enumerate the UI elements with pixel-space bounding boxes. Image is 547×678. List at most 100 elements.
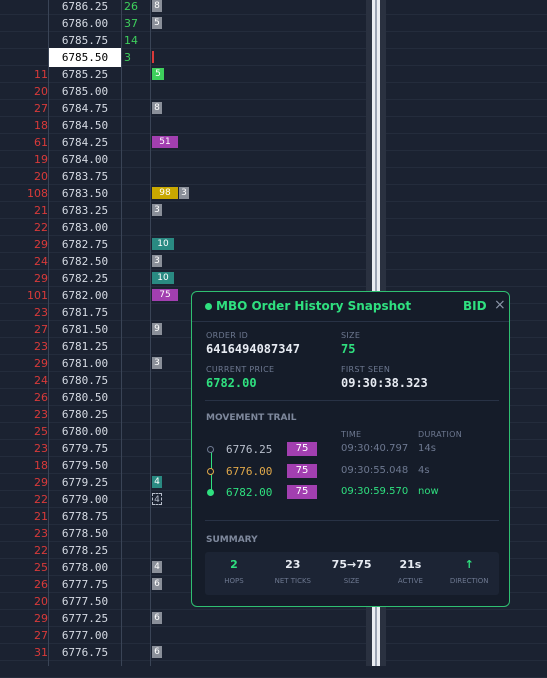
order-size-bar[interactable]: 10 [152,238,174,250]
trail-duration: 14s [418,443,436,454]
summary-label: ACTIVE [397,577,423,585]
ask-volume [124,491,150,508]
order-size-bar[interactable]: 3 [179,187,189,199]
first-seen-label: FIRST SEEN [341,365,391,374]
summary-item: 23 NET TICKS [264,558,322,585]
order-size-bar[interactable]: 8 [152,102,162,114]
ask-volume [124,270,150,287]
ladder-row[interactable]: 6786.00 37 5 [0,15,547,32]
order-size-bar[interactable] [152,51,154,63]
close-icon[interactable]: × [494,297,506,313]
ask-volume [124,474,150,491]
trail-time: 09:30:59.570 [341,486,409,497]
price-cell: 6779.00 [61,493,109,506]
price-cell: 6783.00 [61,221,109,234]
price-cell: 6776.75 [61,646,109,659]
order-size-bar[interactable]: 5 [152,17,162,29]
price-cell: 6777.50 [61,595,109,608]
summary-item: 21s ACTIVE [381,558,439,585]
ladder-row[interactable]: 6786.25 26 8 [0,0,547,15]
price-cell: 6784.25 [61,136,109,149]
ladder-row[interactable]: 20 6785.00 [0,83,547,100]
divider [205,520,499,521]
ladder-row[interactable]: 61 6784.25 51 [0,134,547,151]
price-cell: 6777.75 [61,578,109,591]
ladder-row[interactable]: 19 6784.00 [0,151,547,168]
ladder-row[interactable] [0,661,547,678]
bid-volume: 18 [34,459,48,472]
ladder-row[interactable]: 108 6783.50 98 3 [0,185,547,202]
ask-volume [124,355,150,372]
ask-volume [124,610,150,627]
ladder-row[interactable]: 20 6783.75 [0,168,547,185]
ladder-row[interactable]: 29 6782.25 10 [0,270,547,287]
summary-item: ↑ DIRECTION [440,558,498,585]
bid-volume [0,15,48,32]
ask-volume [124,389,150,406]
order-size-bar[interactable]: 51 [152,136,178,148]
order-size-bar[interactable]: 5 [152,68,164,80]
ask-volume [124,134,150,151]
trail-size-badge: 75 [287,442,317,456]
order-size-bar[interactable]: 3 [152,357,162,369]
ladder-row[interactable]: 29 6782.75 10 [0,236,547,253]
ladder-row[interactable]: 22 6783.00 [0,219,547,236]
ladder-row[interactable]: 6785.75 14 [0,32,547,49]
order-size-bar[interactable]: 9 [152,323,162,335]
ladder-row[interactable]: 21 6783.25 3 [0,202,547,219]
bid-volume [0,32,48,49]
ask-volume [124,576,150,593]
price-cell: 6783.25 [61,204,109,217]
ladder-row[interactable]: 31 6776.75 6 [0,644,547,661]
ask-volume [124,151,150,168]
ladder-row[interactable]: 18 6784.50 [0,117,547,134]
order-size-bar[interactable]: 6 [152,646,162,658]
order-size-bar[interactable]: 10 [152,272,174,284]
order-size-bar[interactable]: 4 [152,476,162,488]
order-size-bar[interactable]: 6 [152,612,162,624]
price-cell: 6780.50 [61,391,109,404]
bid-volume [0,661,48,678]
ask-volume [124,338,150,355]
price-cell: 6782.25 [61,272,109,285]
summary-value: 75→75 [331,558,372,571]
price-cell: 6779.50 [61,459,109,472]
bid-volume: 26 [34,578,48,591]
summary-item: 75→75 SIZE [323,558,381,585]
ask-volume [124,83,150,100]
ask-volume [124,644,150,661]
order-size-bar[interactable]: 6 [152,578,162,590]
trail-dot-icon [207,468,214,475]
summary-panel: 2 HOPS 23 NET TICKS 75→75 SIZE 21s ACTIVE ↑ DIREC… [205,552,499,595]
ask-volume [124,627,150,644]
price-cell: 6781.50 [61,323,109,336]
ladder-row[interactable]: 24 6782.50 3 [0,253,547,270]
ask-volume [124,304,150,321]
time-column-header: TIME [341,430,362,439]
order-size-bar[interactable]: 4 [152,561,162,573]
trail-size-badge: 75 [287,464,317,478]
ask-volume: 3 [124,51,131,64]
summary-label: SIZE [343,577,360,585]
ask-volume [124,372,150,389]
ladder-row[interactable]: 11 6785.25 5 [0,66,547,83]
ladder-row[interactable]: 27 6777.00 [0,627,547,644]
order-size-bar[interactable]: 3 [152,204,162,216]
ladder-row[interactable]: 6785.50 3 [0,48,547,67]
column-divider [48,0,49,666]
order-size-bar[interactable]: 3 [152,255,162,267]
ask-volume [124,117,150,134]
bid-volume: 19 [34,153,48,166]
ladder-row[interactable]: 27 6784.75 8 [0,100,547,117]
order-size-bar[interactable]: 4 [152,493,162,505]
price-cell: 6786.00 [61,17,109,30]
ask-volume [124,593,150,610]
summary-value: 23 [285,558,301,571]
bid-volume: 29 [34,612,48,625]
order-size-bar[interactable]: 8 [152,0,162,12]
order-size-bar[interactable]: 98 [152,187,178,199]
order-size-bar[interactable]: 75 [152,289,178,301]
bid-volume: 25 [34,425,48,438]
ask-volume [124,168,150,185]
ladder-row[interactable]: 29 6777.25 6 [0,610,547,627]
